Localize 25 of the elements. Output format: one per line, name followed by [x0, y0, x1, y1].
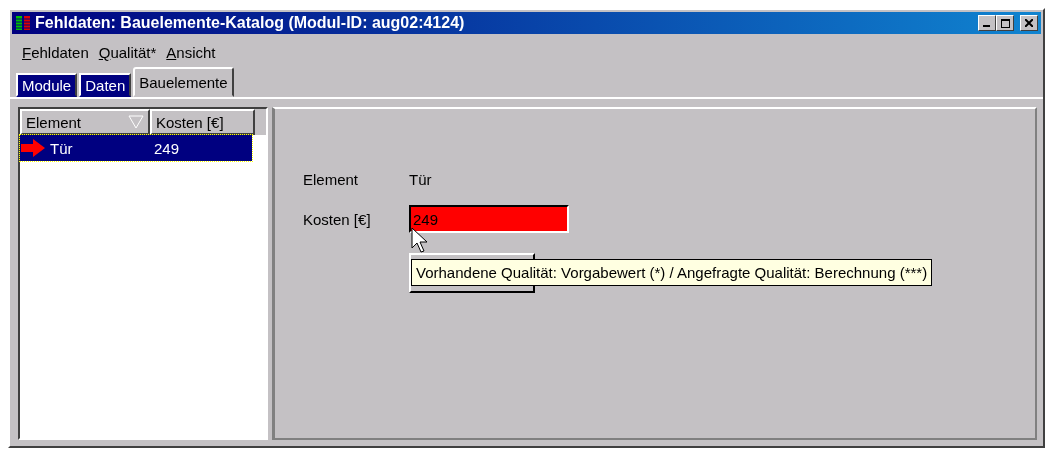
app-icon: [15, 15, 31, 31]
arrow-icon: [20, 138, 46, 158]
list-cell-text: Tür: [50, 139, 74, 157]
column-label: Element: [26, 113, 83, 131]
maximize-icon: [1000, 18, 1010, 28]
close-icon: [1025, 19, 1033, 27]
tab[interactable]: Bauelemente: [133, 67, 234, 97]
list-cell-text: 249: [154, 139, 181, 157]
column-label: Kosten [€]: [156, 113, 225, 131]
close-button[interactable]: [1020, 15, 1038, 31]
window-title: Fehldaten: Bauelemente-Katalog (Modul-ID: aug02:4124): [35, 14, 466, 32]
sort-icon: [128, 115, 144, 129]
tooltip: Vorhandene Qualität: Vorgabewert (*) / Angefragte Qualität: Berechnung (***): [411, 259, 933, 286]
field-label: Element: [303, 170, 360, 188]
menu-item[interactable]: Fehldaten: [22, 44, 89, 61]
list-row[interactable]: Tür 249: [20, 135, 252, 161]
tab[interactable]: Module: [16, 73, 78, 97]
maximize-button[interactable]: [996, 15, 1014, 31]
field-value: Tür: [409, 170, 432, 188]
menu-item[interactable]: Qualität*: [98, 44, 157, 61]
minimize-button[interactable]: [978, 15, 996, 31]
menu-item[interactable]: Ansicht: [166, 44, 216, 61]
tab[interactable]: Daten: [79, 73, 132, 97]
cost-input-field[interactable]: 249: [409, 205, 569, 233]
field-label: Kosten [€]: [303, 210, 372, 228]
